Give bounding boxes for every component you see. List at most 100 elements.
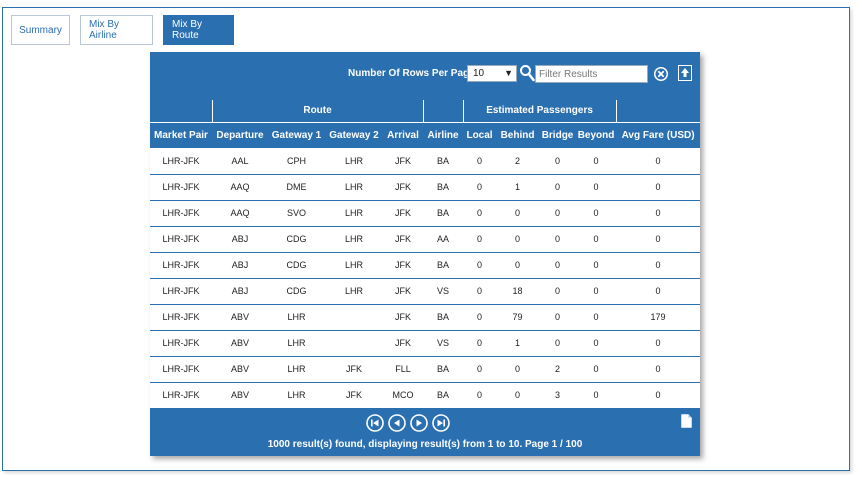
table-cell: CDG [268, 252, 325, 279]
tab-bar: Summary Mix By Airline Mix By Route [11, 15, 234, 45]
table-cell: 0 [496, 226, 540, 253]
column-header[interactable]: Avg Fare (USD) [616, 122, 700, 148]
group-header-row: Route Estimated Passengers [150, 100, 701, 123]
table-row: LHR-JFK ABV LHR JFK BA 0 79 0 0 179 [150, 304, 701, 331]
table-cell: LHR-JFK [150, 278, 212, 305]
column-header[interactable]: Local [463, 122, 496, 148]
tab-summary[interactable]: Summary [11, 15, 70, 45]
table-cell: 0 [576, 330, 617, 357]
table-cell: LHR [268, 304, 325, 331]
column-header[interactable]: Behind [496, 122, 539, 148]
table-cell: LHR [325, 278, 383, 305]
column-header[interactable]: Beyond [576, 122, 616, 148]
column-header[interactable]: Airline [423, 122, 463, 148]
table-row: LHR-JFK AAQ SVO LHR JFK BA 0 0 0 0 0 [150, 200, 701, 227]
table-cell: 0 [463, 174, 497, 201]
table-cell: LHR [325, 148, 383, 175]
rows-per-page-label: Number Of Rows Per Page [348, 68, 475, 79]
tab-mix-by-airline[interactable]: Mix By Airline [80, 15, 153, 45]
table-cell: LHR-JFK [150, 304, 212, 331]
results-table: Route Estimated Passengers Market Pair De… [150, 100, 701, 409]
table-cell: 0 [539, 200, 577, 227]
table-cell: 0 [576, 252, 617, 279]
table-cell: 0 [463, 200, 497, 227]
table-cell: VS [423, 330, 464, 357]
table-cell: 0 [463, 252, 497, 279]
table-cell: 0 [463, 278, 497, 305]
table-cell: LHR [325, 200, 383, 227]
table-cell: 0 [576, 304, 617, 331]
table-cell: 1 [496, 330, 540, 357]
document-icon[interactable] [681, 414, 692, 428]
column-header[interactable]: Gateway 1 [268, 122, 325, 148]
column-header[interactable]: Departure [212, 122, 268, 148]
table-cell: JFK [383, 252, 424, 279]
table-cell: BA [423, 200, 464, 227]
results-summary: 1000 result(s) found, displaying result(… [267, 439, 583, 450]
next-page-icon[interactable] [410, 414, 428, 432]
table-cell: 0 [616, 148, 701, 175]
table-cell: 3 [539, 382, 577, 409]
table-row: LHR-JFK ABJ CDG LHR JFK AA 0 0 0 0 0 [150, 226, 701, 253]
rows-per-page-select[interactable]: 10 ▼ [467, 65, 517, 82]
table-cell: LHR-JFK [150, 174, 212, 201]
export-icon[interactable] [678, 65, 692, 81]
table-cell [325, 304, 383, 331]
table-cell: 0 [539, 304, 577, 331]
results-panel: Number Of Rows Per Page 10 ▼ Filter Resu… [150, 52, 701, 456]
column-header[interactable]: Bridge [539, 122, 576, 148]
table-cell: ABJ [212, 226, 268, 253]
table-cell: BA [423, 252, 464, 279]
table-cell: LHR-JFK [150, 330, 212, 357]
table-cell: 0 [616, 278, 701, 305]
table-cell: 0 [616, 382, 701, 409]
table-cell: 1 [496, 174, 540, 201]
table-cell: 0 [463, 148, 497, 175]
table-cell: LHR [268, 382, 325, 409]
clear-filter-icon[interactable] [653, 66, 669, 82]
table-cell: 0 [616, 252, 701, 279]
table-cell: JFK [383, 330, 424, 357]
table-cell: JFK [383, 148, 424, 175]
filter-results-input[interactable] [535, 65, 648, 83]
table-row: LHR-JFK ABJ CDG LHR JFK BA 0 0 0 0 0 [150, 252, 701, 279]
group-header-blank [616, 100, 701, 123]
table-cell: BA [423, 174, 464, 201]
table-cell: 0 [539, 148, 577, 175]
table-cell: JFK [325, 356, 383, 383]
column-header[interactable]: Market Pair [150, 122, 212, 148]
table-body: LHR-JFK AAL CPH LHR JFK BA 0 2 0 0 0 LHR-JFK AAQ DME L… [150, 148, 701, 409]
table-cell: JFK [383, 304, 424, 331]
table-cell: JFK [325, 382, 383, 409]
table-row: LHR-JFK AAL CPH LHR JFK BA 0 2 0 0 0 [150, 148, 701, 175]
table-cell: BA [423, 382, 464, 409]
table-cell: LHR-JFK [150, 252, 212, 279]
table-cell: 2 [539, 356, 577, 383]
table-cell: 0 [539, 278, 577, 305]
column-header[interactable]: Gateway 2 [325, 122, 383, 148]
table-cell: 0 [463, 356, 497, 383]
table-cell: 0 [616, 226, 701, 253]
table-cell: ABJ [212, 252, 268, 279]
table-cell: ABJ [212, 278, 268, 305]
table-cell: LHR-JFK [150, 148, 212, 175]
table-footer: 1000 result(s) found, displaying result(… [150, 407, 700, 456]
column-header[interactable]: Arrival [383, 122, 423, 148]
table-row: LHR-JFK ABV LHR JFK MCO BA 0 0 3 0 0 [150, 382, 701, 409]
search-icon[interactable] [519, 64, 535, 82]
rows-per-page-value: 10 [473, 68, 485, 79]
table-cell: 0 [539, 174, 577, 201]
table-cell: AAL [212, 148, 268, 175]
table-cell: 0 [539, 226, 577, 253]
tab-mix-by-route[interactable]: Mix By Route [163, 15, 234, 45]
previous-page-icon[interactable] [388, 414, 406, 432]
group-header-estimated-passengers: Estimated Passengers [463, 100, 617, 123]
table-cell: 179 [616, 304, 701, 331]
first-page-icon[interactable] [366, 414, 384, 432]
table-cell: 0 [496, 252, 540, 279]
table-cell: JFK [383, 278, 424, 305]
table-cell: BA [423, 304, 464, 331]
last-page-icon[interactable] [432, 414, 450, 432]
table-cell: 0 [616, 174, 701, 201]
table-cell: 0 [496, 200, 540, 227]
